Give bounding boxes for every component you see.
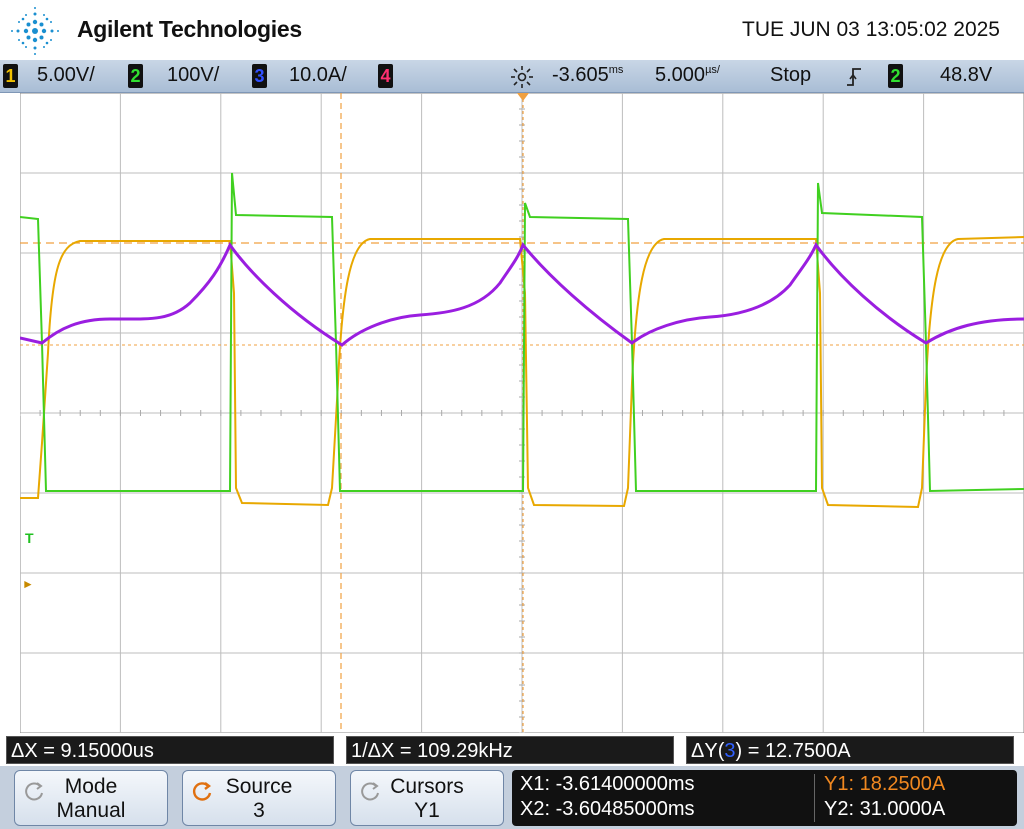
cursor-x1: X1: -3.61400000ms	[520, 773, 695, 795]
delta-y-value: ) = 12.7500A	[735, 740, 851, 762]
mode-label: Mode	[64, 775, 118, 798]
inverse-delta-x-readout: 1/ΔX = 109.29kHz	[346, 736, 674, 764]
delay-number: -3.605	[552, 64, 609, 86]
brand-title: Agilent Technologies	[77, 16, 302, 42]
rising-edge-trigger-icon	[847, 68, 861, 86]
channel-3-scale: 10.0A/	[289, 64, 347, 86]
delta-x-readout: ΔX = 9.15000us	[6, 736, 334, 764]
cursor-x2: X2: -3.60485000ms	[520, 798, 695, 820]
trigger-level[interactable]: 48.8V	[940, 64, 992, 87]
datetime: TUE JUN 03 13:05:02 2025	[742, 18, 1000, 41]
channel-1-scale: 5.00V/	[37, 64, 95, 86]
channel-1-badge[interactable]: 1	[3, 64, 18, 88]
run-state[interactable]: Stop	[770, 64, 811, 87]
status-bar: 1 5.00V/ 2 100V/ 3 10.0A/ 4 -3.605ms 5.0…	[0, 60, 1024, 93]
timebase-value[interactable]: 5.000µs/	[655, 64, 720, 87]
delta-y-channel: 3	[724, 740, 736, 762]
delta-y-prefix: ΔY(	[691, 740, 725, 762]
delay-unit: ms	[608, 64, 624, 76]
cursors-softkey[interactable]: Cursors Y1	[350, 770, 504, 826]
timebase-number: 5.000	[655, 64, 706, 86]
timebase-unit: µs/	[705, 64, 720, 76]
source-value: 3	[253, 799, 265, 822]
header: Agilent Technologies TUE JUN 03 13:05:02…	[0, 0, 1024, 60]
cursors-value: Y1	[414, 799, 440, 822]
cursors-label: Cursors	[390, 775, 464, 798]
delay-value[interactable]: -3.605ms	[552, 64, 623, 87]
channel-4-badge[interactable]: 4	[378, 64, 393, 88]
trigger-level-marker[interactable]: T	[25, 530, 34, 546]
source-label: Source	[225, 775, 293, 798]
cursor-panel-divider	[814, 774, 815, 822]
cursor-readout-panel: X1: -3.61400000ms X2: -3.60485000ms Y1: …	[512, 770, 1017, 826]
waveform-display[interactable]: T ►	[20, 93, 1024, 733]
delta-y-readout: ΔY(3) = 12.7500A	[686, 736, 1014, 764]
delay-sun-icon	[511, 66, 533, 88]
channel-2-badge[interactable]: 2	[128, 64, 143, 88]
trigger-source-badge[interactable]: 2	[888, 64, 903, 88]
channel-3-badge[interactable]: 3	[252, 64, 267, 88]
agilent-spark-logo-icon	[11, 7, 59, 55]
mode-softkey[interactable]: Mode Manual	[14, 770, 168, 826]
waveform-svg	[20, 93, 1024, 733]
cursor-y1: Y1: 18.2500A	[824, 773, 946, 795]
ground-reference-marker[interactable]: ►	[22, 577, 34, 591]
channel-2-scale: 100V/	[167, 64, 220, 86]
cursor-y2: Y2: 31.0000A	[824, 798, 946, 820]
source-softkey[interactable]: Source 3	[182, 770, 336, 826]
mode-value: Manual	[56, 799, 126, 822]
